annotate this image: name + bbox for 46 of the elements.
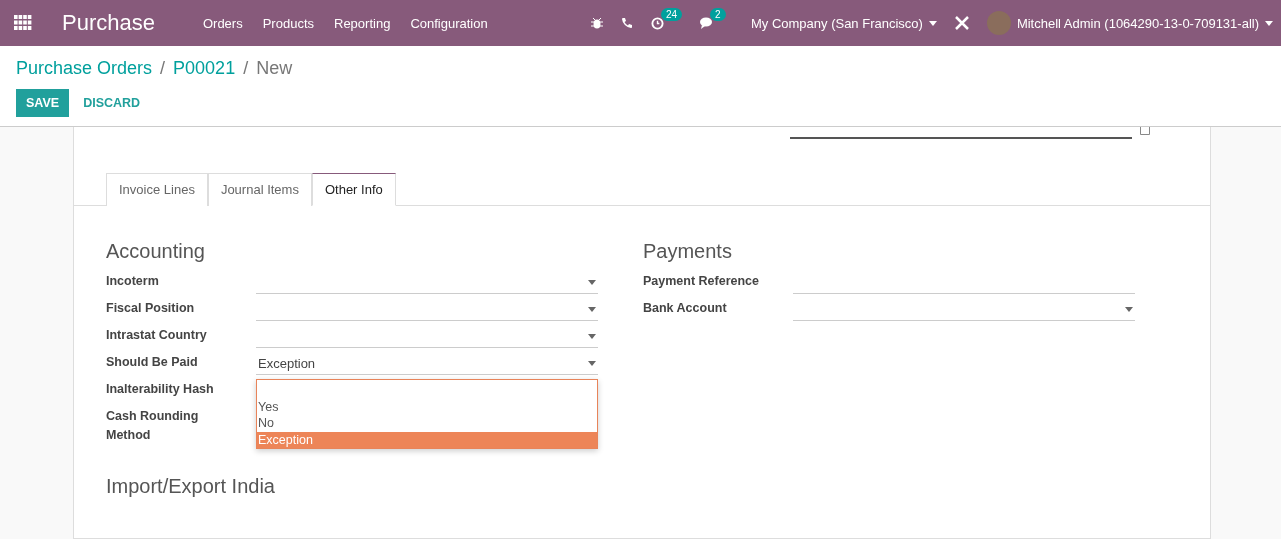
section-title: Accounting [106,240,206,263]
breadcrumb-text: New [256,58,293,79]
caret-icon [588,334,596,339]
company-switcher[interactable]: My Company (San Francisco) [750,15,937,31]
caret-icon [1265,20,1273,26]
tab[interactable]: Invoice Lines [106,173,208,206]
field-label: Should Be Paid [106,354,199,371]
menu-item[interactable]: Orders [202,15,243,31]
section-title: Payments [643,240,733,263]
section-title: Import/Export India [106,475,276,498]
avatar [986,11,1011,35]
menu-item[interactable]: Reporting [334,15,391,31]
save-button[interactable]: SAVE [16,89,70,117]
field-label: Incoterm [106,273,160,290]
activity-count-badge: 24 [660,7,683,21]
field-label: Payment Reference [643,273,761,290]
field-label: Inalterability Hash [106,381,215,398]
breadcrumb-text: / [160,58,166,79]
breadcrumb-text: / [243,58,249,79]
phone-icon[interactable] [620,17,633,29]
tab[interactable]: Journal Items [207,173,312,206]
caret-icon [928,20,937,26]
chat-icon[interactable] [699,16,715,30]
breadcrumb-link[interactable]: Purchase Orders [16,58,153,79]
menu-item[interactable]: Configuration [410,15,488,31]
clock-icon[interactable] [650,16,664,30]
field-label: Fiscal Position [106,300,196,317]
select-field[interactable]: Exception [256,353,598,375]
app-title: Purchase [62,10,155,36]
caret-icon [588,280,596,285]
tab[interactable]: Other Info [311,173,396,206]
user-menu[interactable]: Mitchell Admin (1064290-13-0-709131-all) [986,11,1273,35]
menu-item[interactable]: Products [262,15,314,31]
caret-icon [1125,307,1133,312]
caret-icon [588,361,596,366]
breadcrumb-link[interactable]: P00021 [173,58,236,79]
dropdown-option[interactable]: No [257,415,597,432]
bug-icon[interactable] [590,17,603,29]
caret-icon [588,307,596,312]
field-value: Exception [258,356,316,371]
field-label: Bank Account [643,300,728,317]
apps-menu-icon[interactable] [14,15,32,31]
discard-button[interactable]: DISCARD [73,89,151,117]
field-label: Intrastat Country [106,327,208,344]
message-count-badge: 2 [709,7,726,21]
field-label: Cash Rounding Method [106,408,200,444]
